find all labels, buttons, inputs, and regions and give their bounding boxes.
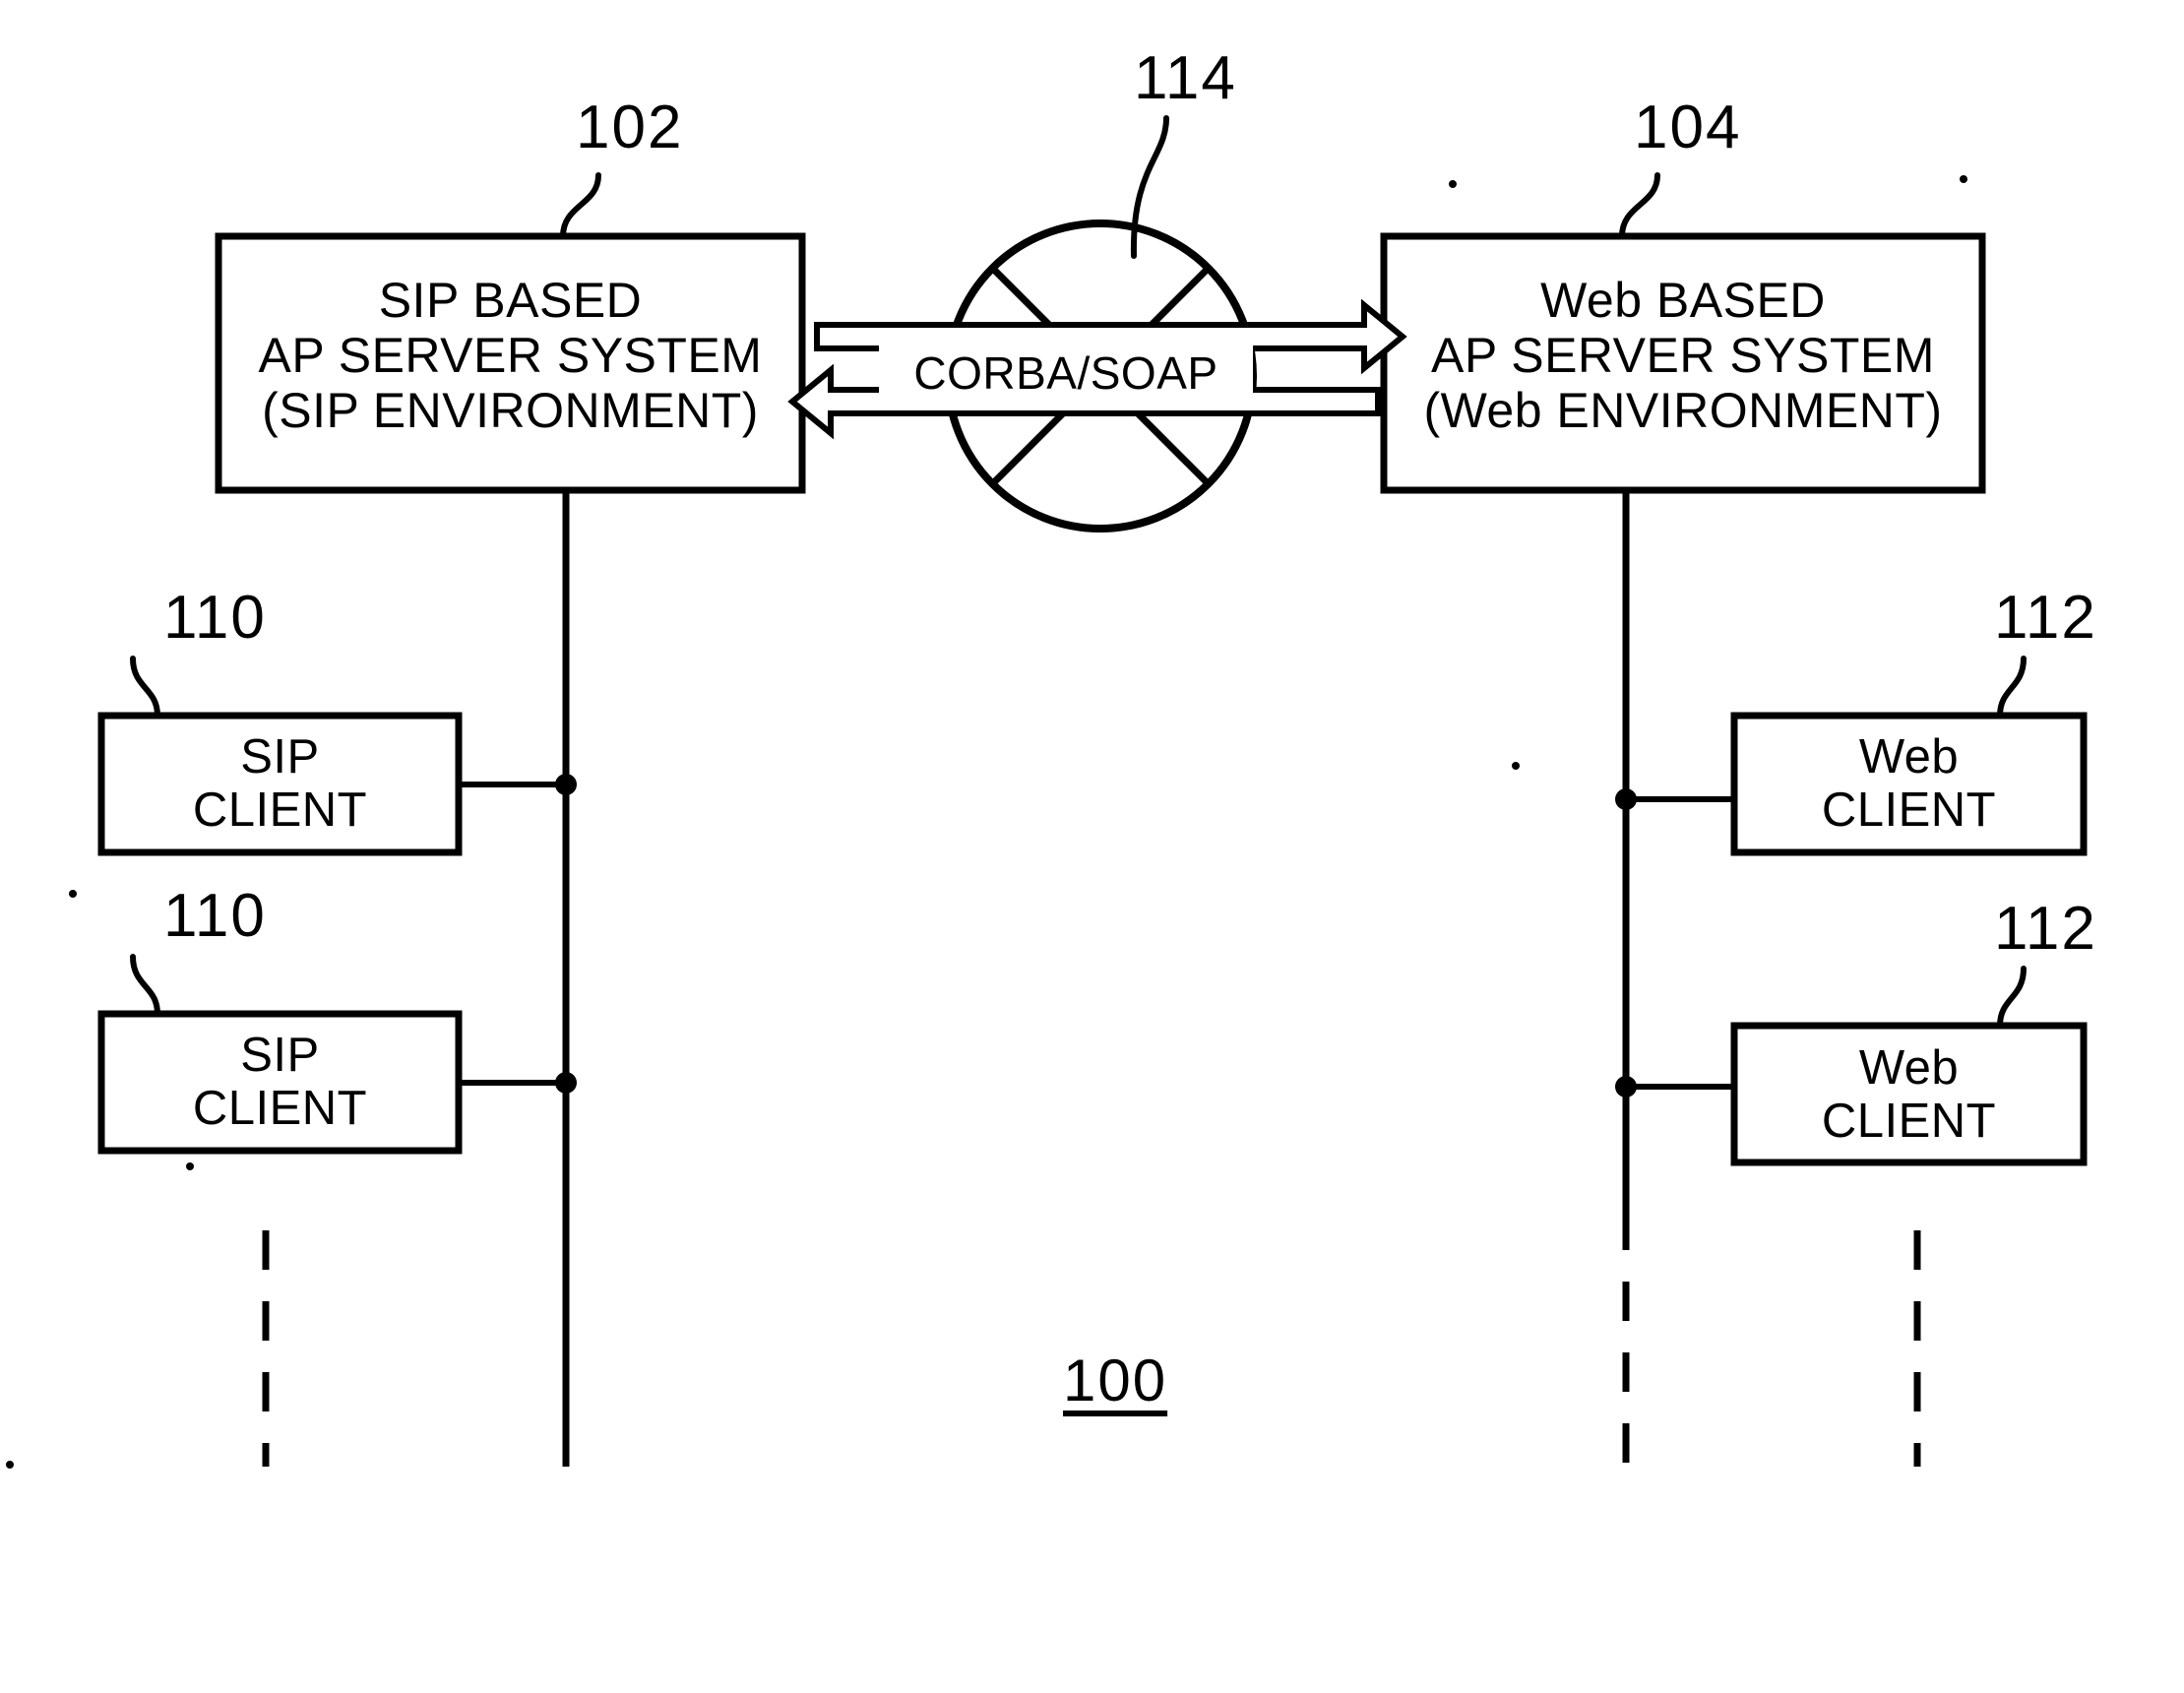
web-client-2-label-line2: CLIENT <box>1821 1095 1997 1148</box>
sip-client-1-label-line2: CLIENT <box>192 784 368 837</box>
web-server-label-line3: (Web ENVIRONMENT) <box>1423 383 1943 438</box>
leader-line-112-b <box>1997 966 2027 1029</box>
sip-server-label-line1: SIP BASED <box>378 273 643 328</box>
ref-number-112-a: 112 <box>1994 584 2097 652</box>
sip-client-2-junction-dot <box>555 1072 577 1094</box>
ref-number-110-a: 110 <box>163 584 267 652</box>
leader-line-110-a <box>130 656 160 719</box>
sip-server-label-line2: AP SERVER SYSTEM <box>258 328 763 383</box>
scan-speckle <box>1960 175 1967 183</box>
web-server-label-line2: AP SERVER SYSTEM <box>1431 328 1935 383</box>
ref-number-110-b: 110 <box>163 882 267 950</box>
web-client-2-label-line1: Web <box>1858 1041 1960 1095</box>
sip-client-1-junction-dot <box>555 774 577 795</box>
sip-client-1-label-line1: SIP <box>240 730 320 784</box>
scan-speckle <box>1449 180 1457 188</box>
sip-client-2-label-line2: CLIENT <box>192 1082 368 1135</box>
web-client-1-junction-dot <box>1615 788 1637 810</box>
scan-speckle <box>186 1162 194 1170</box>
figure-number-100: 100 <box>1063 1348 1168 1413</box>
sip-server-label-line3: (SIP ENVIRONMENT) <box>262 383 759 438</box>
diagram-vector-layer <box>6 115 2088 1469</box>
web-client-1-label-line1: Web <box>1858 730 1960 784</box>
patent-figure-canvas: 102 114 104 SIP BASED AP SERVER SYSTEM (… <box>0 0 2184 1693</box>
web-client-1-label-line2: CLIENT <box>1821 784 1997 837</box>
web-server-label-line1: Web BASED <box>1540 273 1826 328</box>
protocol-label: CORBA/SOAP <box>913 347 1218 399</box>
leader-line-104 <box>1619 172 1660 239</box>
ref-number-114: 114 <box>1134 44 1237 112</box>
scan-speckle <box>69 890 77 898</box>
ref-number-112-b: 112 <box>1994 895 2097 963</box>
ref-number-102: 102 <box>576 94 684 161</box>
leader-line-110-b <box>130 954 160 1017</box>
web-client-2-junction-dot <box>1615 1076 1637 1097</box>
leader-line-112-a <box>1997 656 2027 719</box>
scan-speckle <box>6 1461 14 1469</box>
scan-speckle <box>1512 762 1520 770</box>
leader-line-102 <box>560 172 601 239</box>
ref-number-104: 104 <box>1634 94 1742 161</box>
sip-client-2-label-line1: SIP <box>240 1029 320 1082</box>
